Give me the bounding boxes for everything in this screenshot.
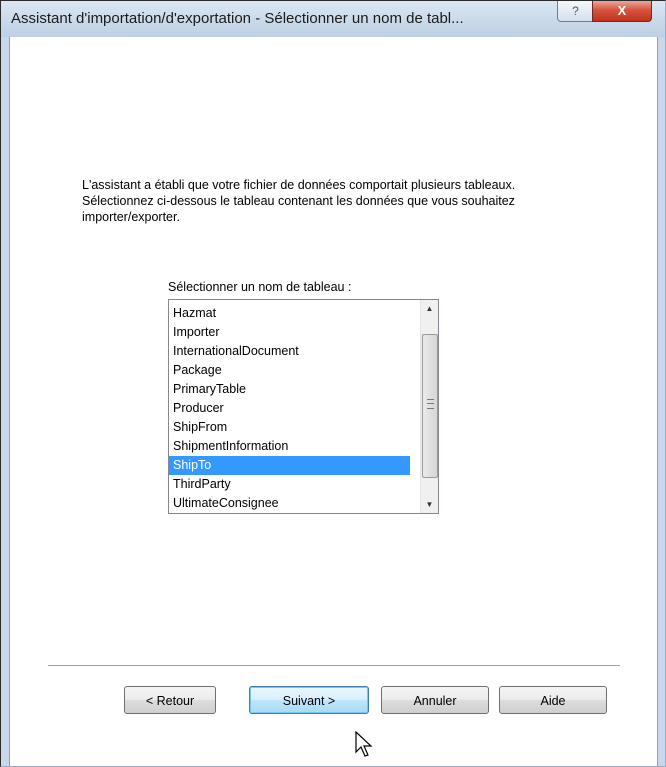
cancel-button[interactable]: Annuler	[381, 686, 489, 714]
scroll-up-icon[interactable]: ▲	[421, 300, 438, 317]
help-icon[interactable]: ?	[557, 1, 594, 22]
back-button[interactable]: < Retour	[124, 686, 216, 714]
table-list-label: Sélectionner un nom de tableau :	[168, 280, 352, 294]
grip-icon	[427, 399, 434, 409]
table-list-item[interactable]: ShipFrom	[169, 418, 410, 437]
window-title: Assistant d'importation/d'exportation - …	[11, 10, 464, 27]
mouse-cursor-icon	[355, 731, 373, 757]
help-button[interactable]: Aide	[499, 686, 607, 714]
close-icon[interactable]: X	[592, 1, 652, 22]
table-list-item[interactable]: ShipTo	[169, 456, 410, 475]
title-bar[interactable]: Assistant d'importation/d'exportation - …	[1, 1, 665, 37]
button-separator	[48, 665, 620, 667]
table-list-item[interactable]: ThirdParty	[169, 475, 410, 494]
table-list-item[interactable]: InternationalDocument	[169, 342, 410, 361]
scroll-down-icon[interactable]: ▼	[421, 496, 438, 513]
table-list-item[interactable]: Hazmat	[169, 304, 410, 323]
table-list-item[interactable]: Package	[169, 361, 410, 380]
table-list-item[interactable]: PrimaryTable	[169, 380, 410, 399]
wizard-window: Assistant d'importation/d'exportation - …	[0, 0, 666, 767]
next-button[interactable]: Suivant >	[249, 686, 369, 714]
vertical-scrollbar[interactable]: ▲ ▼	[420, 300, 438, 513]
table-list-item[interactable]: UltimateConsignee	[169, 494, 410, 513]
table-list-items: Hazmat Importer InternationalDocument Packa…	[169, 304, 410, 513]
scrollbar-thumb[interactable]	[422, 334, 438, 478]
table-list-item[interactable]: Producer	[169, 399, 410, 418]
table-listbox[interactable]: Hazmat Importer InternationalDocument Packa…	[168, 299, 439, 514]
table-list-item[interactable]: ShipmentInformation	[169, 437, 410, 456]
wizard-content: L'assistant a établi que votre fichier d…	[9, 37, 658, 766]
table-list-item[interactable]: Importer	[169, 323, 410, 342]
intro-text: L'assistant a établi que votre fichier d…	[82, 178, 516, 224]
